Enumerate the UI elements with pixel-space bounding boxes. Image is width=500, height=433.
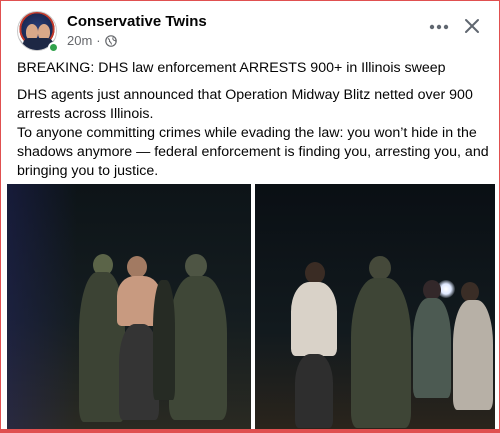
post-photo-left[interactable] bbox=[7, 184, 251, 430]
photo-figure bbox=[127, 256, 147, 278]
photo-figure bbox=[369, 256, 391, 280]
post-photo-grid bbox=[7, 184, 495, 430]
photo-figure bbox=[423, 280, 441, 300]
photo-figure bbox=[153, 280, 175, 400]
post-photo-right[interactable] bbox=[255, 184, 495, 430]
photo-blue-light bbox=[7, 184, 77, 430]
globe-icon[interactable] bbox=[104, 34, 117, 47]
meta-separator: · bbox=[96, 33, 101, 48]
post-paragraph: To anyone committing crimes while evadin… bbox=[17, 125, 493, 179]
close-icon[interactable] bbox=[461, 15, 483, 37]
bottom-border bbox=[1, 429, 499, 432]
photo-figure bbox=[413, 298, 451, 398]
post-text: BREAKING: DHS law enforcement ARRESTS 90… bbox=[17, 59, 489, 181]
photo-figure bbox=[169, 276, 227, 420]
page-name-link[interactable]: Conservative Twins bbox=[67, 13, 207, 30]
photo-figure bbox=[461, 282, 479, 302]
photo-figure bbox=[351, 278, 411, 428]
facebook-post: Conservative Twins 20m · BREAKING: DHS l… bbox=[0, 0, 500, 433]
photo-figure bbox=[295, 354, 333, 428]
post-header: Conservative Twins 20m · bbox=[15, 9, 489, 53]
post-paragraph: DHS agents just announced that Operation… bbox=[17, 87, 477, 122]
online-status-dot bbox=[48, 42, 59, 53]
photo-figure bbox=[185, 254, 207, 278]
photo-figure bbox=[453, 300, 493, 410]
photo-figure bbox=[305, 262, 325, 284]
more-horizontal-icon[interactable] bbox=[429, 17, 449, 37]
post-meta: 20m · bbox=[67, 33, 117, 48]
post-timestamp[interactable]: 20m bbox=[67, 33, 92, 48]
photo-figure bbox=[291, 282, 337, 356]
post-headline: BREAKING: DHS law enforcement ARRESTS 90… bbox=[17, 60, 446, 76]
